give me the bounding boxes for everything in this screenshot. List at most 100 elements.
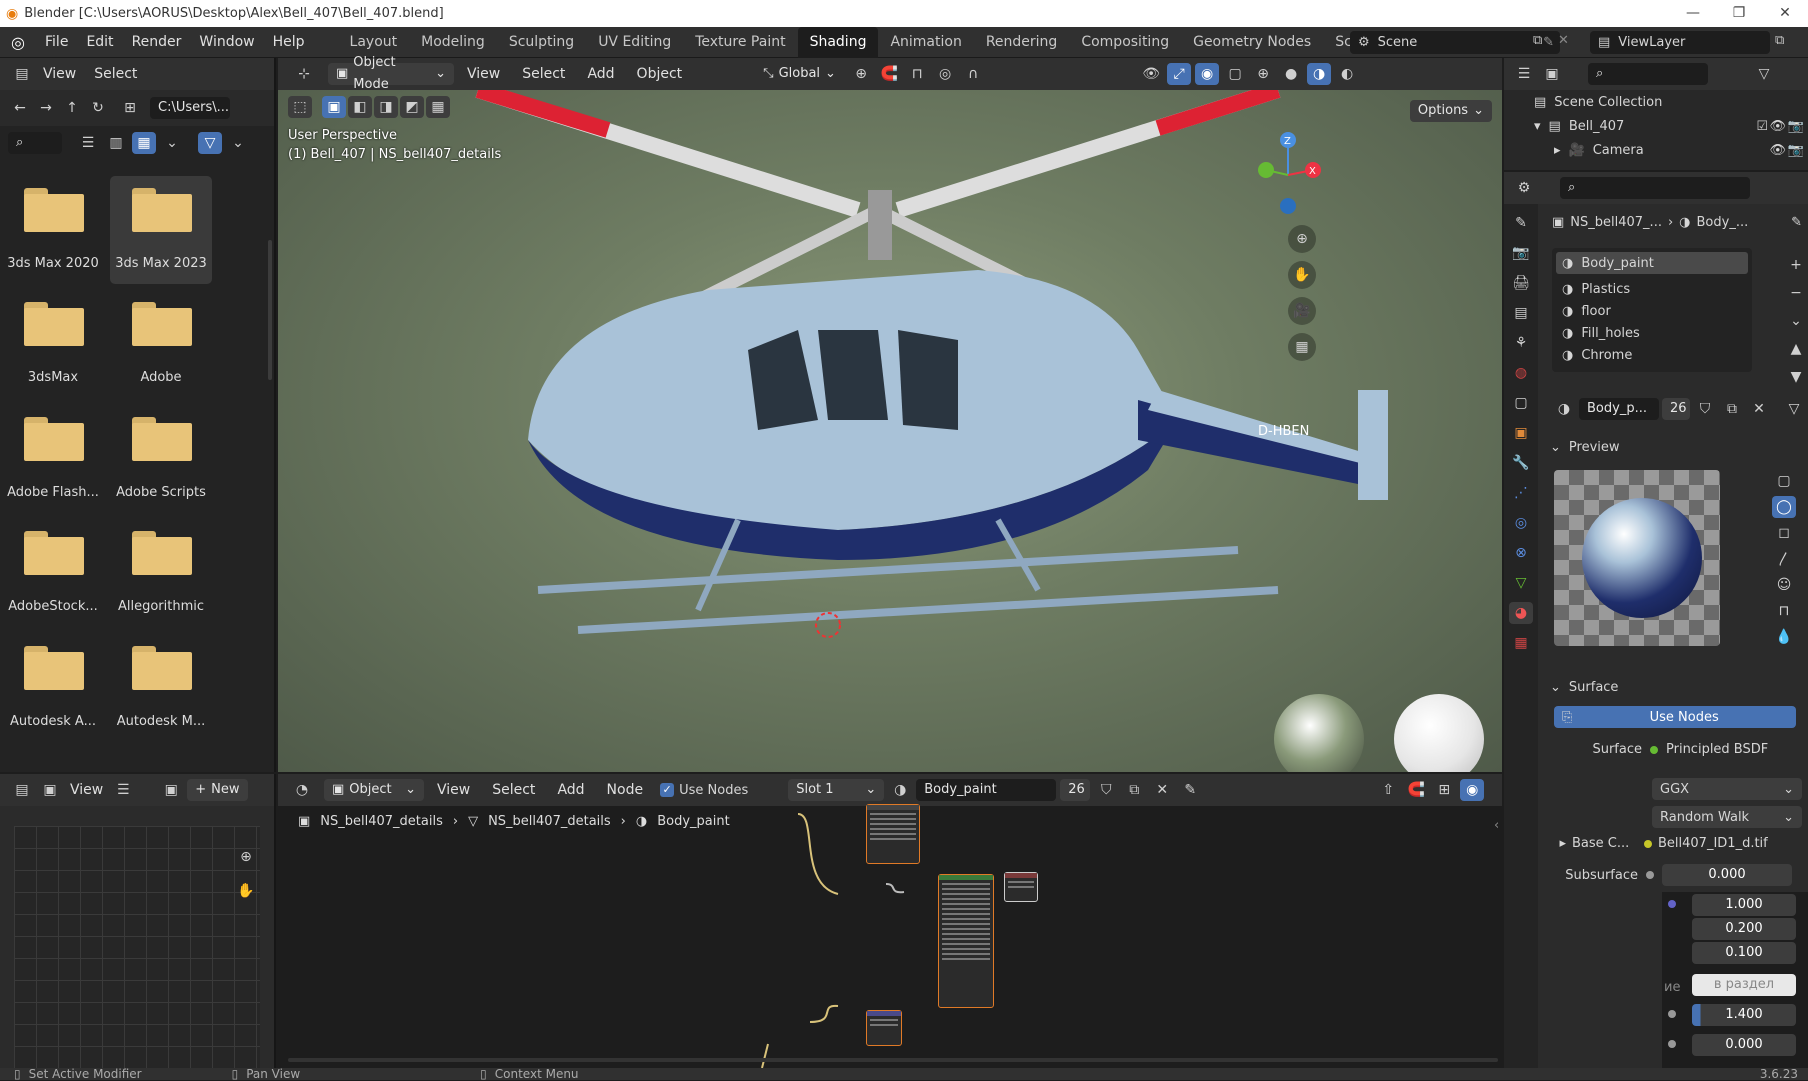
subsurface-method-dropdown[interactable]: Random Walk ⌄ (1652, 806, 1802, 828)
folder-item[interactable]: Autodesk M... (110, 634, 212, 742)
overlay-icon[interactable]: ◉ (1195, 63, 1220, 85)
surface-panel-header[interactable]: ⌄ Surface (1550, 680, 1800, 695)
tab-sculpting[interactable]: Sculpting (497, 27, 586, 58)
new-view-layer-icon[interactable]: ⧉ (1775, 33, 1784, 48)
image-texture-node[interactable] (866, 804, 920, 864)
shader-node-editor[interactable]: ◔ ▣ Object ⌄ View Select Add Node ✓ Use Nod… (278, 774, 1502, 1068)
tab-uv-editing[interactable]: UV Editing (586, 27, 683, 58)
editor-type-icon[interactable]: ▤ (10, 779, 34, 801)
pan-hand-icon[interactable]: ✋ (1288, 261, 1316, 289)
duplicate-material-icon[interactable]: ⧉ (1720, 398, 1744, 420)
path-field[interactable]: C:\Users\... (150, 97, 230, 119)
refresh-icon[interactable]: ↻ (86, 97, 110, 119)
menu-file[interactable]: File (36, 27, 77, 58)
slot-specials-icon[interactable]: ⌄ (1784, 310, 1808, 332)
pivot-icon[interactable]: ⊕ (849, 63, 873, 85)
zoom-icon[interactable]: ⊕ (1288, 225, 1316, 253)
value-field[interactable]: 0.000 (1692, 1034, 1796, 1056)
camera-view-icon[interactable]: 🎥 (1288, 297, 1316, 325)
material-users-count[interactable]: 26 (1662, 398, 1690, 420)
visibility-icon[interactable]: 👁 (1139, 63, 1163, 85)
expand-arrow-icon[interactable]: ▾ (1534, 119, 1541, 134)
sort-dropdown-icon[interactable]: ⌄ (160, 132, 184, 154)
add-slot-icon[interactable]: + (1784, 254, 1808, 276)
viewport-menu-view[interactable]: View (458, 59, 509, 90)
normal-map-node[interactable] (866, 1010, 902, 1046)
view-layer-selector[interactable]: ▤ ViewLayer (1590, 31, 1770, 54)
minimize-button[interactable]: — (1670, 0, 1716, 27)
outliner-row-bell407[interactable]: ▾ ▤ Bell_407 ☑ 👁 📷 (1504, 114, 1808, 138)
pin-icon[interactable]: ✎ (1791, 215, 1802, 230)
subsurface-value-field[interactable]: 0.000 (1662, 864, 1792, 886)
folder-item-selected[interactable]: 3ds Max 2023 (110, 176, 212, 284)
render-tab-icon[interactable]: 📷 (1509, 242, 1533, 264)
image-canvas[interactable] (14, 826, 260, 1068)
use-nodes-button[interactable]: ⎘ Use Nodes (1554, 706, 1796, 728)
outliner-row-camera[interactable]: ▸ 🎥 Camera 👁 📷 (1504, 138, 1808, 162)
collection-tab-icon[interactable]: ▢ (1509, 392, 1533, 414)
view-mode-icon[interactable]: ▣ (38, 779, 62, 801)
folder-item[interactable]: Autodesk A... (2, 634, 104, 742)
proportional-edit-icon[interactable]: ◎ (933, 63, 957, 85)
preview-flat-icon[interactable]: ▢ (1772, 470, 1796, 492)
move-down-icon[interactable]: ▼ (1784, 366, 1808, 388)
blender-menu-icon[interactable]: ◎ (0, 33, 36, 52)
material-slot-item[interactable]: ◑ Fill_holes (1556, 322, 1748, 344)
tab-texture-paint[interactable]: Texture Paint (683, 27, 797, 58)
expand-arrow-icon[interactable]: ▸ (1554, 143, 1561, 158)
close-button[interactable]: ✕ (1762, 0, 1808, 27)
checkbox-icon[interactable]: ☑ (1756, 119, 1768, 134)
object-tab-icon[interactable]: ▣ (1509, 422, 1533, 444)
node-editor-scrollbar[interactable] (288, 1058, 1498, 1062)
radius-z-field[interactable]: 0.100 (1692, 942, 1796, 964)
viewport-menu-select[interactable]: Select (513, 59, 574, 90)
hamburger-icon[interactable]: ☰ (111, 779, 135, 801)
link-filter-icon[interactable]: ▽ (1782, 398, 1806, 420)
particles-tab-icon[interactable]: ⋰ (1509, 482, 1533, 504)
pan-hand-icon[interactable]: ✋ (234, 880, 258, 902)
new-scene-icon[interactable]: ⧉ (1533, 33, 1542, 48)
maximize-button[interactable]: ❐ (1716, 0, 1762, 27)
pin-icon[interactable]: ✎ (1543, 35, 1554, 50)
editor-type-icon[interactable]: ☰ (1512, 63, 1536, 85)
view-layer-tab-icon[interactable]: ▤ (1509, 302, 1533, 324)
material-slot-item[interactable]: ◑ floor (1556, 300, 1748, 322)
folder-item[interactable]: Adobe (110, 290, 212, 398)
object-mode-dropdown[interactable]: ▣ Object Mode ⌄ (328, 55, 454, 92)
preview-monkey-icon[interactable]: ☺ (1772, 574, 1796, 596)
ior-value-field[interactable]: 1.400 (1692, 1004, 1796, 1026)
folder-item[interactable]: Allegorithmic (110, 519, 212, 627)
image-browse-icon[interactable]: ▣ (159, 779, 183, 801)
principled-bsdf-node[interactable] (938, 874, 994, 1008)
material-name-field[interactable]: Body_p... (1579, 398, 1659, 420)
sidebar-toggle-icon[interactable]: ‹ (1494, 818, 1499, 833)
scene-collection-row[interactable]: ▤ Scene Collection (1504, 90, 1808, 114)
filter-icon[interactable]: ▽ (198, 132, 222, 154)
folder-item[interactable]: AdobeStock... (2, 519, 104, 627)
menu-window[interactable]: Window (190, 27, 263, 58)
list-vertical-icon[interactable]: ☰ (76, 132, 100, 154)
data-tab-icon[interactable]: ▽ (1509, 572, 1533, 594)
file-menu-view[interactable]: View (34, 58, 85, 90)
menu-help[interactable]: Help (264, 27, 314, 58)
base-color-texture[interactable]: Bell407_ID1_d.tif (1658, 836, 1768, 851)
snap-target-icon[interactable]: ⊓ (905, 63, 929, 85)
preview-cloth-icon[interactable]: ⊓ (1772, 600, 1796, 622)
file-menu-select[interactable]: Select (85, 58, 146, 90)
tab-shading[interactable]: Shading (797, 26, 879, 58)
scene-selector[interactable]: ⚙ Scene ✎ (1350, 31, 1560, 54)
wireframe-shading-icon[interactable]: ⊕ (1251, 63, 1275, 85)
surface-shader-value[interactable]: Principled BSDF (1666, 742, 1768, 757)
gizmo-icon[interactable]: ⤢ (1167, 63, 1192, 85)
list-horizontal-icon[interactable]: ▥ (104, 132, 128, 154)
remove-slot-icon[interactable]: − (1784, 282, 1808, 304)
expand-arrow-icon[interactable]: ▸ (1552, 836, 1566, 851)
properties-search-input[interactable]: ⌕ (1560, 177, 1750, 199)
viewport-menu-object[interactable]: Object (628, 59, 692, 90)
folder-item[interactable]: Adobe Scripts (110, 405, 212, 513)
material-slot-item[interactable]: ◑ Body_paint (1556, 252, 1748, 274)
folder-item[interactable]: 3ds Max 2020 (2, 176, 104, 284)
forward-icon[interactable]: → (34, 97, 58, 119)
delete-scene-icon[interactable]: ✕ (1558, 33, 1569, 48)
folder-item[interactable]: Adobe Flash... (2, 405, 104, 513)
